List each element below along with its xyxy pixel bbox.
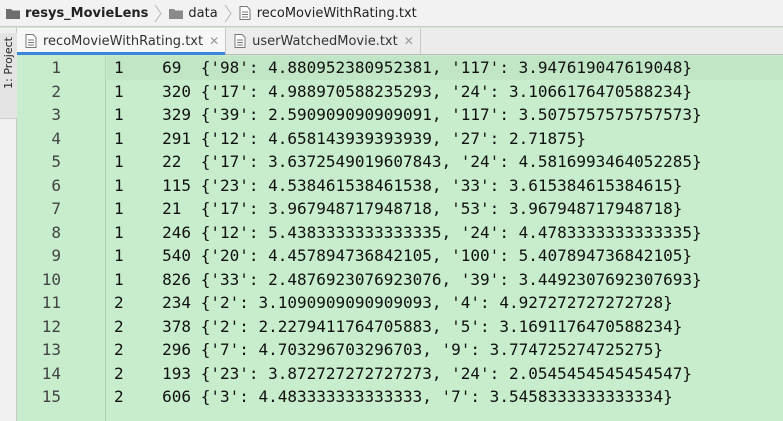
line-number-gutter[interactable]: 1 2 3 4 5 6 7 8 9 10 11 12 13 14 15	[17, 56, 106, 421]
code-line: 2 234 {'2': 3.1090909090909093, '4': 4.9…	[114, 293, 673, 312]
editor-tab-bar: recoMovieWithRating.txt ✕ userWatchedMov…	[17, 28, 783, 55]
project-tool-label: 1: Project	[2, 37, 15, 89]
project-tool-button[interactable]: 1: Project	[0, 33, 17, 119]
breadcrumb-file[interactable]: recoMovieWithRating.txt	[239, 0, 417, 27]
line-number: 6	[51, 175, 61, 195]
code-line: 1 22 {'17': 3.6372549019607843, '24': 4.…	[114, 152, 702, 171]
line-number: 1	[51, 58, 61, 77]
text-editor[interactable]: 1 69 {'98': 4.880952380952381, '117': 3.…	[107, 56, 783, 421]
code-line: 1 540 {'20': 4.457894736842105, '100': 5…	[114, 246, 692, 265]
close-icon[interactable]: ✕	[209, 34, 219, 48]
code-line: 1 329 {'39': 2.590909090909091, '117': 3…	[114, 105, 702, 124]
code-line: 1 246 {'12': 5.4383333333333335, '24': 4…	[114, 222, 702, 242]
code-line: 2 296 {'7': 4.703296703296703, '9': 3.77…	[114, 340, 664, 359]
code-line: 2 193 {'23': 3.872727272727273, '24': 2.…	[114, 363, 692, 383]
code-line: 1 115 {'23': 4.538461538461538, '33': 3.…	[114, 175, 683, 195]
tab-reco-movie-with-rating[interactable]: recoMovieWithRating.txt ✕	[17, 28, 227, 55]
tab-user-watched-movie[interactable]: userWatchedMovie.txt ✕	[226, 28, 421, 54]
tab-label: recoMovieWithRating.txt	[43, 33, 204, 49]
line-number: 3	[51, 105, 61, 124]
left-tool-strip: 1: Project	[0, 28, 17, 421]
code-line: 1 320 {'17': 4.988970588235293, '24': 3.…	[114, 81, 692, 101]
line-number: 12	[41, 316, 61, 336]
close-icon[interactable]: ✕	[404, 34, 414, 48]
code-line: 2 378 {'2': 2.2279411764705883, '5': 3.1…	[114, 316, 683, 336]
line-number: 7	[51, 199, 61, 218]
chevron-right-icon	[224, 4, 232, 22]
breadcrumb-folder[interactable]: data	[169, 0, 218, 27]
line-number: 11	[41, 293, 61, 312]
breadcrumb-file-label: recoMovieWithRating.txt	[256, 5, 417, 21]
code-line: 1 21 {'17': 3.967948717948718, '53': 3.9…	[114, 199, 683, 218]
folder-icon	[6, 8, 20, 19]
line-number: 5	[51, 152, 61, 171]
navigation-bar: resys_MovieLens data recoMovieWithRating…	[0, 0, 783, 27]
code-line: 1 69 {'98': 4.880952380952381, '117': 3.…	[114, 58, 692, 77]
breadcrumb-folder-label: data	[188, 5, 218, 21]
breadcrumb-project[interactable]: resys_MovieLens	[6, 0, 148, 27]
line-number: 8	[51, 222, 61, 242]
line-number: 9	[51, 246, 61, 265]
text-file-icon	[239, 6, 251, 20]
code-line: 2 606 {'3': 4.483333333333333, '7': 3.54…	[114, 387, 673, 406]
text-file-icon	[234, 34, 246, 48]
chevron-right-icon	[154, 4, 163, 22]
tab-label: userWatchedMovie.txt	[252, 33, 398, 49]
code-line: 1 291 {'12': 4.658143939393939, '27': 2.…	[114, 128, 587, 148]
text-file-icon	[25, 34, 37, 48]
line-number: 15	[41, 387, 61, 406]
code-line: 1 826 {'33': 2.4876923076923076, '39': 3…	[114, 269, 702, 289]
breadcrumb-project-label: resys_MovieLens	[25, 5, 149, 21]
line-number: 14	[41, 363, 61, 383]
line-number: 10	[41, 269, 61, 289]
line-number: 13	[41, 340, 61, 359]
folder-icon	[169, 8, 184, 19]
line-number: 2	[51, 81, 61, 101]
line-number: 4	[51, 128, 61, 148]
